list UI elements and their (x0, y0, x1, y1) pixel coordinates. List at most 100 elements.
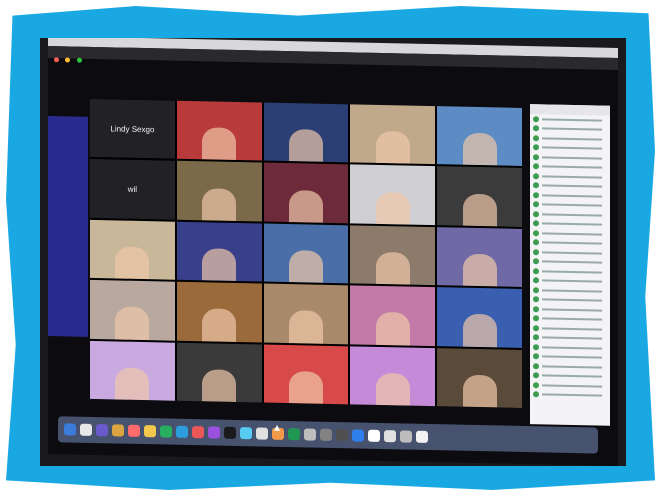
video-tile[interactable] (263, 162, 349, 224)
dock-app-icon[interactable] (144, 425, 156, 438)
participant-label (542, 156, 602, 160)
dock-app-icon[interactable] (192, 426, 204, 439)
avatar (533, 286, 539, 294)
video-tile[interactable] (437, 226, 522, 288)
dock-app-icon[interactable] (416, 430, 428, 443)
dock-app-icon[interactable] (224, 426, 236, 439)
avatar (533, 267, 539, 275)
video-tile[interactable] (90, 340, 175, 401)
avatar (533, 125, 539, 132)
dock-app-icon[interactable] (400, 430, 412, 443)
participant-video (289, 310, 323, 344)
avatar (533, 315, 539, 322)
dock-app-icon[interactable] (96, 424, 108, 437)
participant-video (375, 131, 410, 164)
dock-app-icon[interactable] (256, 427, 268, 440)
participant-label (542, 194, 602, 198)
dock-app-icon[interactable] (368, 429, 380, 442)
participant-video (462, 314, 497, 348)
participant-label (542, 393, 602, 397)
participant-label (542, 222, 602, 226)
mac-dock[interactable] (58, 416, 598, 454)
video-tile[interactable] (350, 104, 436, 165)
video-tile[interactable] (90, 219, 175, 280)
participant-row[interactable] (530, 390, 610, 401)
participant-video (289, 250, 323, 283)
dock-app-icon[interactable] (160, 425, 172, 438)
avatar (533, 305, 539, 313)
participant-video (375, 312, 410, 346)
avatar (533, 248, 539, 256)
window-controls[interactable] (54, 49, 84, 68)
dock-app-icon[interactable] (288, 428, 300, 441)
video-tile[interactable] (176, 161, 262, 222)
video-tile[interactable] (437, 287, 522, 348)
avatar (533, 182, 539, 189)
photo: Lindy Sexgo wil (40, 38, 626, 466)
dock-app-icon[interactable] (64, 423, 76, 436)
dock-app-icon[interactable] (384, 430, 396, 443)
video-tile[interactable] (176, 221, 262, 282)
avatar (533, 277, 539, 284)
participant-label (542, 355, 602, 359)
video-tile[interactable] (263, 344, 349, 405)
participant-video (375, 251, 410, 285)
dock-app-icon[interactable] (240, 427, 252, 440)
avatar (533, 172, 539, 180)
avatar (533, 343, 539, 351)
participant-label (542, 260, 602, 264)
participant-label (542, 251, 602, 255)
avatar (533, 115, 539, 123)
avatar (533, 353, 539, 360)
video-tile[interactable] (437, 106, 522, 167)
participant-name: Lindy Sexgo (90, 98, 175, 160)
participant-video (115, 367, 150, 401)
dock-app-icon[interactable] (112, 424, 124, 437)
maximize-icon[interactable] (76, 57, 82, 63)
avatar (533, 372, 539, 379)
video-tile[interactable] (437, 347, 522, 408)
video-tile[interactable] (350, 164, 436, 225)
video-tile[interactable] (176, 281, 262, 343)
avatar (533, 324, 539, 332)
video-tile[interactable] (350, 285, 436, 346)
avatar (533, 391, 539, 398)
participant-video (462, 193, 497, 227)
dock-app-icon[interactable] (176, 425, 188, 438)
dock-app-icon[interactable] (352, 429, 364, 442)
participant-label (542, 137, 602, 141)
dock-app-icon[interactable] (304, 428, 316, 441)
dock-app-icon[interactable] (320, 428, 332, 441)
video-tile[interactable] (263, 223, 349, 284)
participant-label (542, 346, 602, 350)
dock-app-icon[interactable] (208, 426, 220, 439)
avatar (533, 229, 539, 237)
video-tile[interactable] (263, 283, 349, 344)
video-tile[interactable] (176, 100, 262, 161)
close-icon[interactable] (54, 57, 59, 63)
participant-label (542, 317, 602, 321)
video-gallery: Lindy Sexgo wil (90, 98, 522, 408)
video-tile[interactable]: Lindy Sexgo (90, 98, 175, 160)
dock-app-icon[interactable] (80, 423, 92, 436)
dock-app-icon[interactable] (336, 429, 348, 442)
participant-name: wil (90, 159, 175, 220)
participant-label (542, 165, 602, 169)
video-tile[interactable] (437, 166, 522, 227)
participant-label (542, 308, 602, 312)
video-tile[interactable]: wil (90, 159, 175, 220)
minimize-icon[interactable] (65, 57, 71, 63)
participant-video (462, 132, 497, 166)
video-tile[interactable] (350, 225, 436, 286)
dock-app-icon[interactable] (128, 424, 140, 437)
participant-label (542, 146, 602, 150)
participant-video (375, 191, 410, 225)
avatar (533, 144, 539, 151)
participant-label (542, 365, 602, 369)
video-tile[interactable] (90, 280, 175, 341)
participants-panel[interactable] (530, 104, 610, 426)
video-tile[interactable] (263, 102, 349, 163)
participant-label (542, 327, 602, 331)
video-tile[interactable] (176, 342, 262, 403)
video-tile[interactable] (350, 345, 436, 407)
